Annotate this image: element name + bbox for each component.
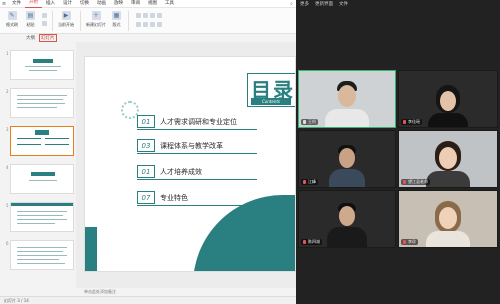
menu-file[interactable]: 文件	[8, 0, 25, 8]
tab-outline[interactable]: 大纲	[26, 35, 35, 41]
toc-text: 人才需求调研和专业定位	[160, 118, 237, 126]
slide-canvas[interactable]: 目录 Contents 01 人才需求调研和专业定位 03 课程体系与教学改革 …	[76, 42, 296, 288]
format-painter-button[interactable]: ✎ 格式刷	[6, 11, 18, 28]
toc-number: 03	[137, 139, 155, 152]
menu-design[interactable]: 设计	[59, 0, 76, 8]
slide-thumbnail[interactable]: 4	[4, 164, 76, 194]
video-tile[interactable]: 江峰	[298, 130, 396, 188]
menu-animation[interactable]: 动画	[93, 0, 110, 8]
video-tile[interactable]: 陈四湖	[298, 190, 396, 248]
video-meeting-panel: 更多 更新界面 文件 王柯 李佳瑶 江峰 望江县老师 陈四湖 李珍	[296, 0, 500, 304]
decorative-shape	[193, 195, 295, 271]
microphone-muted-icon	[303, 180, 306, 184]
align-center-icon[interactable]	[143, 22, 148, 27]
toc-number: 07	[137, 191, 155, 204]
participant-video	[317, 77, 377, 127]
slide-thumbnail-selected[interactable]: 3	[4, 126, 76, 156]
copy-icon[interactable]	[42, 21, 47, 26]
toc-item[interactable]: 01 人才培养成效	[137, 165, 257, 180]
decorative-shape	[85, 227, 97, 271]
video-tile[interactable]: 李珍	[398, 190, 498, 248]
update-layout-button[interactable]: 更新界面	[315, 1, 333, 7]
participant-nametag: 江峰	[301, 179, 318, 185]
meeting-toolbar: 更多 更新界面 文件	[296, 0, 500, 8]
toc-text: 人才培养成效	[160, 168, 202, 176]
microphone-icon	[303, 120, 306, 124]
new-slide-icon: ＋	[91, 11, 101, 20]
align-right-icon[interactable]	[150, 22, 155, 27]
menu-transition[interactable]: 切换	[76, 0, 93, 8]
video-tile-active[interactable]: 王柯	[298, 70, 396, 128]
participant-nametag: 王柯	[301, 119, 318, 125]
participant-nametag: 李珍	[401, 239, 418, 245]
menu-icon[interactable]: ≡	[0, 0, 8, 8]
font-color-icon[interactable]	[157, 13, 162, 18]
toc-text: 课程体系与教学改革	[160, 142, 223, 150]
toc-number: 01	[137, 115, 155, 128]
toc-text: 专业特色	[160, 194, 188, 202]
toc-item[interactable]: 01 人才需求调研和专业定位	[137, 115, 257, 130]
participant-video	[317, 199, 377, 247]
layout-button[interactable]: ▦ 版式	[112, 11, 121, 28]
toc-item[interactable]: 07 专业特色	[137, 191, 257, 206]
slide-thumbnails: 1 2 3 4 5 6	[4, 44, 76, 280]
brush-icon: ✎	[7, 11, 17, 20]
notes-area[interactable]: 单击此处添加备注	[76, 288, 296, 296]
toc-item[interactable]: 03 课程体系与教学改革	[137, 139, 257, 154]
clipboard-icon: ▤	[26, 11, 35, 20]
slide-thumbnail[interactable]: 6	[4, 240, 76, 270]
participant-video	[418, 79, 478, 127]
microphone-muted-icon	[303, 240, 306, 244]
underline-icon[interactable]	[150, 13, 155, 18]
tab-slides[interactable]: 幻灯片	[39, 34, 57, 42]
slide-thumbnail[interactable]: 5	[4, 202, 76, 232]
presentation-app: ≡ 文件 开始 插入 设计 切换 动画 放映 审阅 视图 工具 ⌕ ✎ 格式刷 …	[0, 0, 296, 304]
slide-thumbnail[interactable]: 1	[4, 50, 76, 80]
video-tile[interactable]: 李佳瑶	[398, 70, 498, 128]
search-icon[interactable]: ⌕	[287, 1, 296, 7]
current-start-button[interactable]: ▶ 当前开始	[58, 11, 74, 28]
slide-subtitle[interactable]: Contents	[251, 98, 291, 105]
cut-icon[interactable]	[42, 13, 47, 18]
microphone-muted-icon	[403, 240, 406, 244]
ribbon-toolbar: ✎ 格式刷 ▤ 粘贴 ▶ 当前开始 ＋ 新建幻灯片 ▦ 版式	[0, 8, 296, 34]
italic-icon[interactable]	[143, 13, 148, 18]
participant-nametag: 望江县老师	[401, 179, 430, 185]
bold-icon[interactable]	[136, 13, 141, 18]
microphone-muted-icon	[403, 120, 406, 124]
layout-icon: ▦	[112, 11, 121, 20]
menu-review[interactable]: 审阅	[127, 0, 144, 8]
participant-nametag: 陈四湖	[301, 239, 322, 245]
menu-tools[interactable]: 工具	[161, 0, 178, 8]
participant-video	[418, 197, 478, 247]
new-slide-button[interactable]: ＋ 新建幻灯片	[86, 11, 106, 28]
menu-insert[interactable]: 插入	[42, 0, 59, 8]
menu-home[interactable]: 开始	[25, 0, 42, 8]
participant-nametag: 李佳瑶	[401, 119, 422, 125]
list-icon[interactable]	[157, 22, 162, 27]
toc-number: 01	[137, 165, 155, 178]
menu-slideshow[interactable]: 放映	[110, 0, 127, 8]
participant-video	[317, 141, 377, 187]
menu-bar: ≡ 文件 开始 插入 设计 切换 动画 放映 审阅 视图 工具 ⌕	[0, 0, 296, 8]
play-icon: ▶	[61, 11, 71, 20]
paste-button[interactable]: ▤ 粘贴	[26, 11, 35, 28]
current-slide[interactable]: 目录 Contents 01 人才需求调研和专业定位 03 课程体系与教学改革 …	[84, 56, 296, 272]
microphone-muted-icon	[403, 180, 406, 184]
more-button[interactable]: 更多	[300, 1, 309, 7]
slide-thumbnail[interactable]: 2	[4, 88, 76, 118]
menu-view[interactable]: 视图	[144, 0, 161, 8]
panel-tabs: 大纲 幻灯片	[0, 34, 72, 42]
file-button[interactable]: 文件	[339, 1, 348, 7]
status-bar: 幻灯片 3 / 14	[0, 296, 296, 304]
align-left-icon[interactable]	[136, 22, 141, 27]
video-tile[interactable]: 望江县老师	[398, 130, 498, 188]
